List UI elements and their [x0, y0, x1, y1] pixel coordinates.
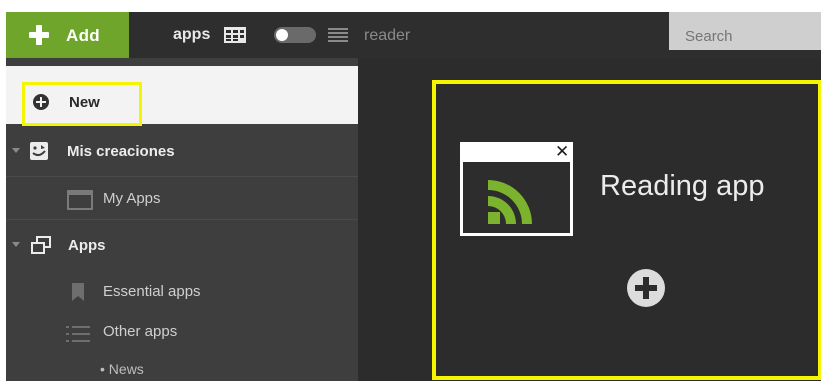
expand-arrow-icon[interactable] — [12, 148, 20, 153]
bookmark-icon — [72, 283, 84, 301]
sidebar-item-mis-creaciones[interactable]: Mis creaciones — [6, 124, 358, 176]
card-title: Reading app — [600, 170, 765, 202]
sidebar-item-my-apps[interactable]: My Apps — [6, 177, 358, 219]
creaciones-icon — [30, 142, 48, 160]
sidebar-item-apps-label: Apps — [68, 237, 106, 254]
window-icon — [67, 190, 93, 210]
list-view-icon[interactable] — [328, 28, 348, 42]
sidebar-item-mis-creaciones-label: Mis creaciones — [67, 143, 175, 160]
sidebar-item-other-apps[interactable]: Other apps — [6, 314, 358, 352]
plus-icon — [29, 25, 49, 45]
apps-icon — [31, 236, 51, 254]
view-toggle-switch[interactable] — [274, 27, 316, 43]
top-bar: Add apps reader — [6, 12, 821, 58]
grid-view-icon[interactable] — [224, 27, 246, 43]
sidebar-item-apps[interactable]: Apps — [6, 220, 358, 268]
add-button-label: Add — [66, 26, 100, 45]
search-input[interactable] — [669, 12, 821, 50]
sidebar-item-news[interactable]: • News — [6, 356, 358, 381]
expand-arrow-icon[interactable] — [12, 242, 20, 247]
list-icon — [66, 326, 90, 342]
sidebar-item-essential-apps-label: Essential apps — [103, 283, 201, 300]
highlight-box-new — [22, 82, 142, 126]
sidebar-item-essential-apps[interactable]: Essential apps — [6, 274, 358, 312]
reading-app-icon[interactable]: ✕ — [460, 142, 573, 236]
app-icon-window — [463, 162, 570, 233]
close-icon[interactable]: ✕ — [555, 142, 569, 162]
sidebar-item-my-apps-label: My Apps — [103, 190, 161, 207]
apps-view-label[interactable]: apps — [173, 26, 210, 44]
rss-icon — [488, 180, 532, 224]
add-button[interactable]: Add — [6, 12, 129, 58]
toggle-knob — [276, 29, 288, 41]
reader-view-label[interactable]: reader — [364, 27, 410, 45]
sidebar-item-other-apps-label: Other apps — [103, 323, 178, 340]
sidebar-item-news-label: • News — [100, 361, 144, 377]
add-circle-icon[interactable] — [627, 269, 665, 307]
